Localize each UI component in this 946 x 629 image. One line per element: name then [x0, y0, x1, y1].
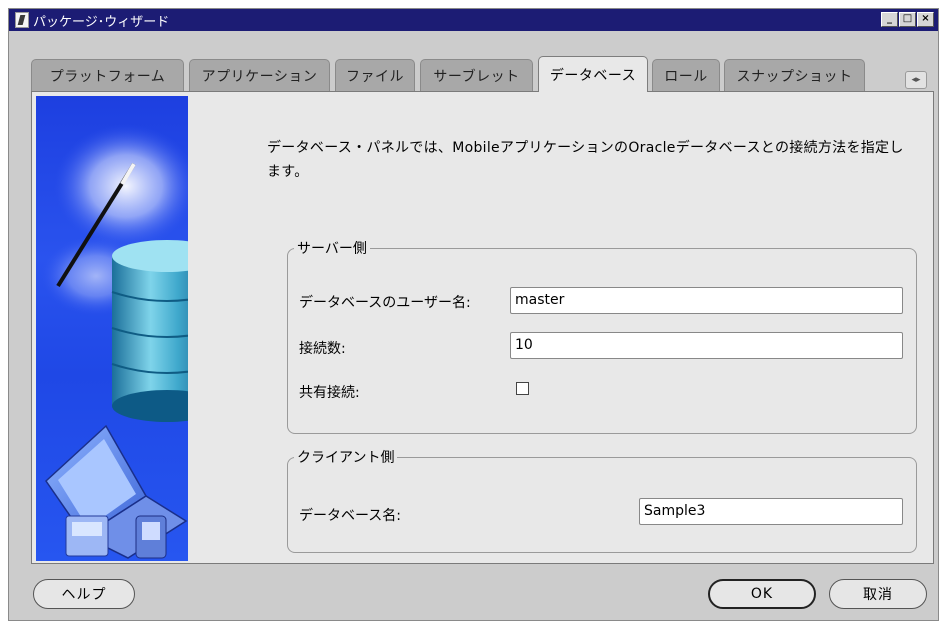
tab-file[interactable]: ファイル — [335, 59, 415, 91]
db-user-input[interactable]: master — [510, 287, 903, 314]
ok-button[interactable]: OK — [708, 579, 816, 609]
help-button[interactable]: ヘルプ — [33, 579, 135, 609]
shared-connection-checkbox[interactable] — [516, 382, 529, 395]
db-name-label: データベース名: — [299, 508, 402, 524]
database-illustration-icon — [41, 124, 188, 559]
tab-servlet[interactable]: サーブレット — [420, 59, 533, 91]
title-bar[interactable]: パッケージ･ウィザード _ □ × — [9, 9, 938, 31]
shared-connection-label: 共有接続: — [299, 385, 360, 401]
tab-snapshot[interactable]: スナップショット — [724, 59, 865, 91]
wizard-illustration — [36, 96, 188, 561]
tab-platform[interactable]: プラットフォーム — [31, 59, 184, 91]
dialog-window: パッケージ･ウィザード _ □ × プラットフォーム アプリケーション ファイル… — [8, 8, 939, 621]
connections-input[interactable]: 10 — [510, 332, 903, 359]
connections-label: 接続数: — [299, 341, 346, 357]
tab-role[interactable]: ロール — [652, 59, 720, 91]
client-side-legend: クライアント側 — [297, 450, 395, 466]
app-icon — [15, 12, 29, 28]
close-button[interactable]: × — [917, 12, 934, 27]
database-panel: データベース・パネルでは、MobileアプリケーションのOracleデータベース… — [31, 91, 934, 564]
tab-database[interactable]: データベース — [538, 56, 648, 92]
db-user-label: データベースのユーザー名: — [299, 295, 471, 311]
tab-application[interactable]: アプリケーション — [189, 59, 330, 91]
maximize-button[interactable]: □ — [899, 12, 916, 27]
db-name-input[interactable]: Sample3 — [639, 498, 903, 525]
server-side-legend: サーバー側 — [297, 241, 367, 257]
window-controls: _ □ × — [881, 12, 934, 27]
panel-description: データベース・パネルでは、MobileアプリケーションのOracleデータベース… — [267, 140, 904, 180]
minimize-button[interactable]: _ — [881, 12, 898, 27]
window-title: パッケージ･ウィザード — [33, 14, 170, 30]
cancel-button[interactable]: 取消 — [829, 579, 927, 609]
tab-scroll-arrows-icon[interactable]: ◂▸ — [905, 71, 927, 89]
